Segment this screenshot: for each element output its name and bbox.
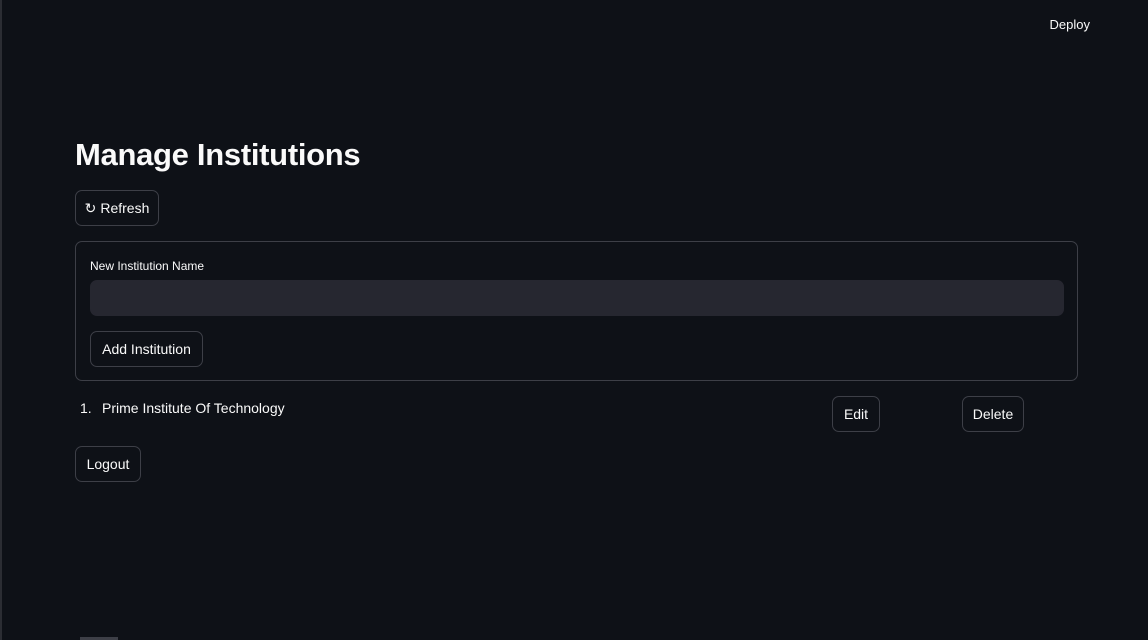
logout-button[interactable]: Logout [75,446,141,482]
list-item: 1. Prime Institute Of Technology [80,400,285,416]
edit-button[interactable]: Edit [832,396,880,432]
refresh-button[interactable]: ↻ Refresh [75,190,159,226]
deploy-button[interactable]: Deploy [1040,16,1100,34]
refresh-label: Refresh [100,200,150,216]
add-institution-button[interactable]: Add Institution [90,331,203,367]
institution-name-input[interactable] [90,280,1064,316]
delete-button[interactable]: Delete [962,396,1024,432]
institution-name-label: New Institution Name [90,259,205,273]
list-item-number: 1. [80,400,92,416]
institution-list: 1. Prime Institute Of Technology [80,400,285,416]
app-container: Deploy Manage Institutions ↻ Refresh New… [0,0,1148,640]
page-title: Manage Institutions [75,137,361,172]
list-item-name: Prime Institute Of Technology [102,400,285,416]
add-institution-form: New Institution Name Add Institution [75,241,1078,381]
refresh-icon: ↻ [84,199,97,216]
